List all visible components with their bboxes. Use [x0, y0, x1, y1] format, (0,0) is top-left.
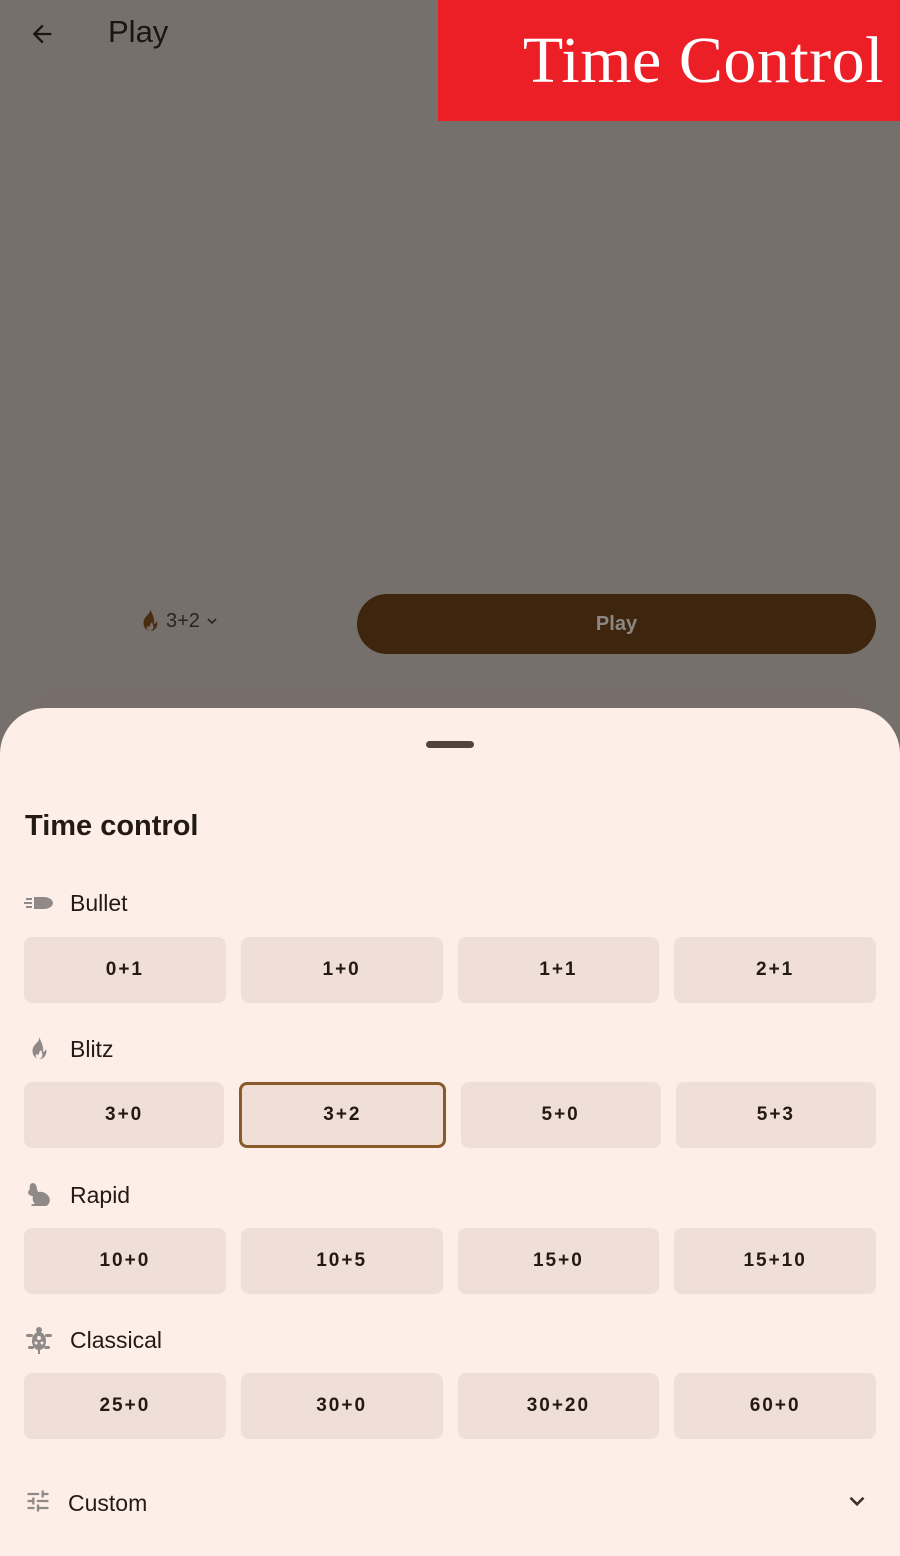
time-control-option[interactable]: 1+0	[240, 937, 443, 1003]
fire-icon	[143, 609, 158, 632]
time-control-option[interactable]: 15+10	[674, 1228, 876, 1294]
play-button[interactable]: Play	[357, 594, 876, 654]
page-title: Play	[108, 14, 169, 49]
time-control-option[interactable]: 0+1	[24, 937, 226, 1003]
time-control-option[interactable]: 5+0	[460, 1082, 661, 1148]
time-control-option[interactable]: 30+20	[457, 1373, 660, 1439]
chevron-down-icon	[207, 618, 217, 625]
fire-icon	[24, 1034, 54, 1064]
rabbit-icon	[24, 1180, 54, 1210]
bullet-icon	[24, 888, 54, 918]
category-blitz: Blitz	[24, 1034, 113, 1064]
time-control-selector[interactable]: 3+2	[138, 608, 220, 634]
time-control-option[interactable]: 10+0	[24, 1228, 226, 1294]
time-control-option-selected[interactable]: 3+2	[239, 1082, 446, 1148]
time-control-option[interactable]: 3+0	[24, 1082, 225, 1148]
custom-expander[interactable]: Custom	[24, 1485, 876, 1521]
custom-label: Custom	[68, 1489, 148, 1516]
bullet-options: 0+1 1+0 1+1 2+1	[24, 937, 876, 1003]
arrow-back-icon	[32, 24, 52, 44]
selected-time-control: 3+2	[166, 609, 200, 632]
time-control-sheet: Time control Bullet 0+1 1+0 1+1 2+1 Blit…	[0, 708, 900, 1556]
category-bullet: Bullet	[24, 888, 128, 918]
time-control-option[interactable]: 1+1	[457, 937, 660, 1003]
chevron-down-icon	[844, 1488, 870, 1519]
category-name: Rapid	[70, 1181, 131, 1208]
classical-options: 25+0 30+0 30+20 60+0	[24, 1373, 876, 1439]
time-control-option[interactable]: 10+5	[240, 1228, 443, 1294]
time-control-option[interactable]: 5+3	[675, 1082, 876, 1148]
blitz-options: 3+0 3+2 5+0 5+3	[24, 1082, 876, 1148]
tune-icon	[24, 1487, 52, 1520]
sheet-title: Time control	[25, 810, 199, 842]
rapid-options: 10+0 10+5 15+0 15+10	[24, 1228, 876, 1294]
time-control-option[interactable]: 2+1	[674, 937, 876, 1003]
category-rapid: Rapid	[24, 1180, 130, 1210]
time-control-option[interactable]: 60+0	[674, 1373, 876, 1439]
category-name: Classical	[70, 1326, 163, 1353]
turtle-icon	[24, 1325, 54, 1355]
drag-handle[interactable]	[426, 741, 474, 748]
time-control-option[interactable]: 30+0	[240, 1373, 443, 1439]
category-name: Blitz	[70, 1035, 114, 1062]
time-control-option[interactable]: 25+0	[24, 1373, 226, 1439]
category-classical: Classical	[24, 1325, 162, 1355]
category-name: Bullet	[70, 889, 128, 916]
title-banner: Time Control	[438, 0, 900, 121]
time-control-option[interactable]: 15+0	[457, 1228, 660, 1294]
back-button[interactable]	[24, 16, 60, 52]
